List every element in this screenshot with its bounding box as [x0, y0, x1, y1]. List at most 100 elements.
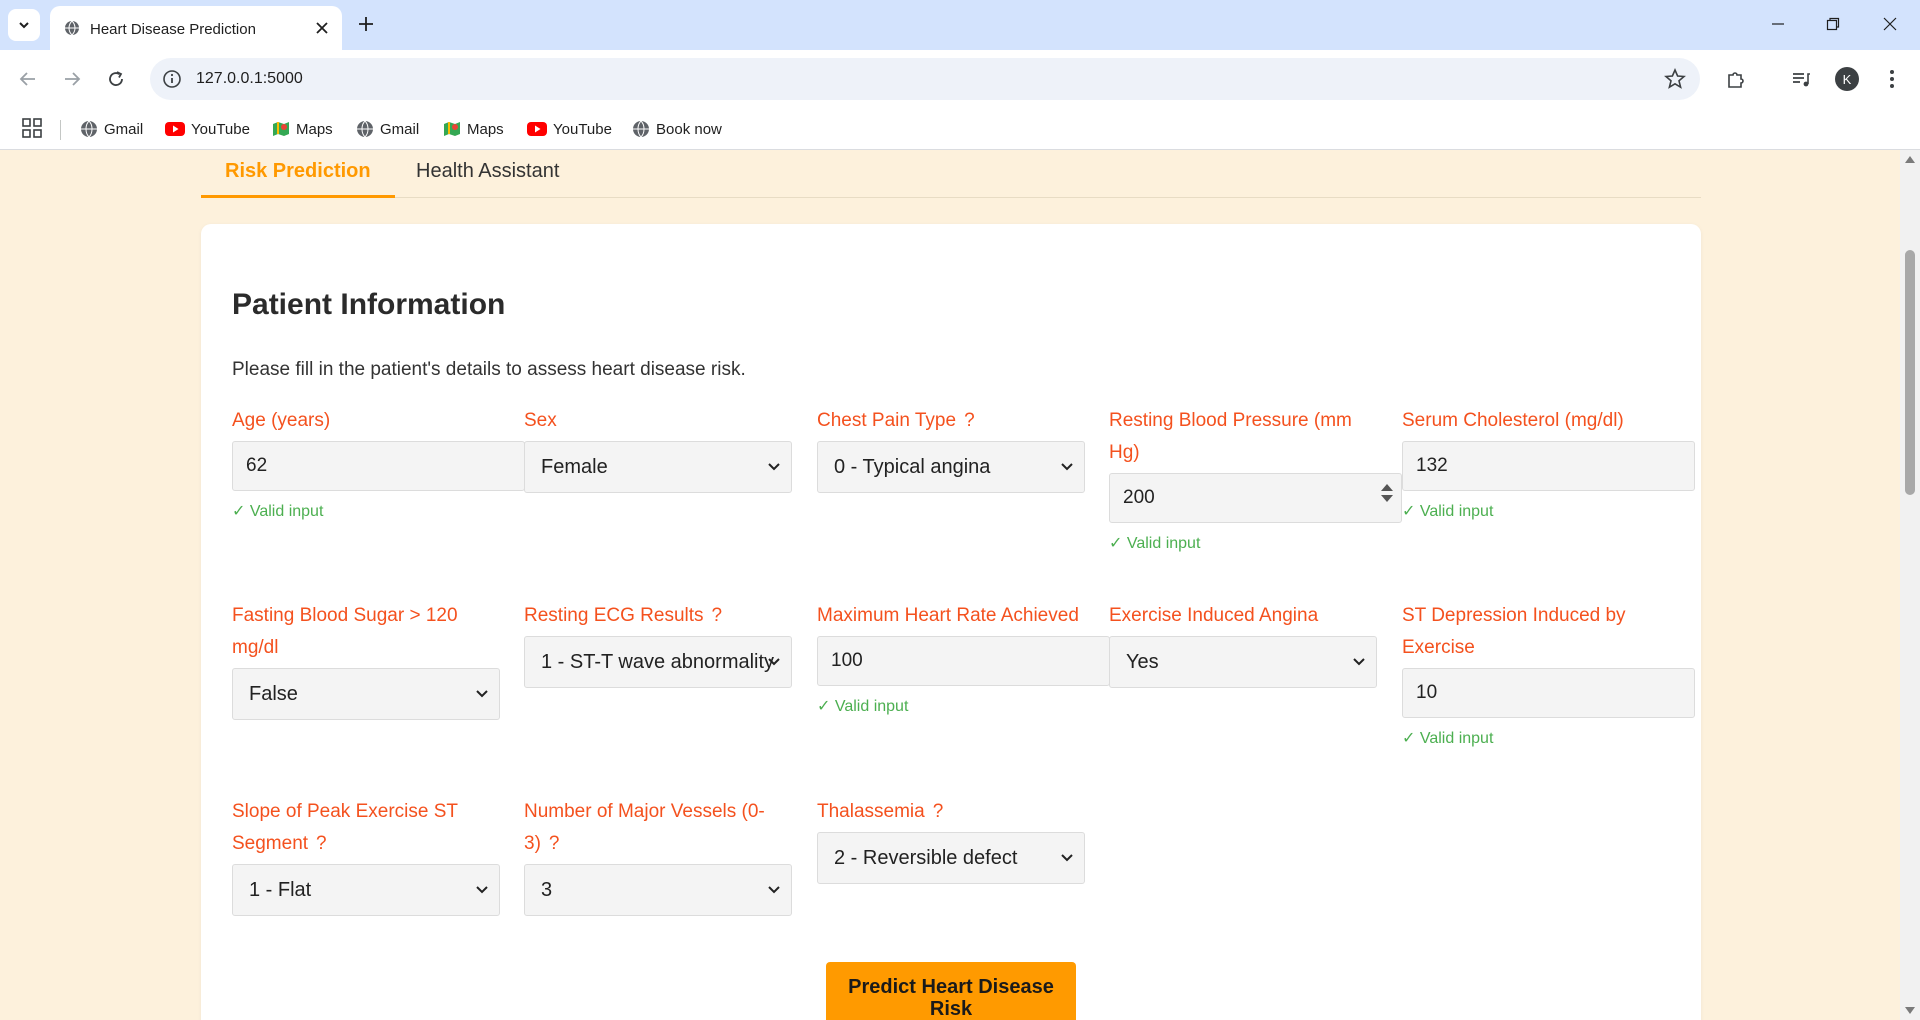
number-spinner[interactable] [1381, 484, 1393, 502]
tab-search-button[interactable] [8, 9, 40, 41]
info-icon[interactable] [162, 69, 182, 89]
form-description: Please fill in the patient's details to … [232, 359, 746, 380]
arrow-left-icon [19, 72, 35, 86]
profile-avatar[interactable]: K [1835, 67, 1859, 91]
tab-risk-prediction[interactable]: Risk Prediction [201, 156, 395, 198]
help-icon[interactable]: ? [964, 410, 975, 431]
page-tabs: Risk Prediction Health Assistant [201, 150, 1701, 198]
media-control-button[interactable] [1785, 63, 1817, 95]
close-icon [1883, 17, 1897, 31]
vessels-select[interactable]: 3 [524, 864, 792, 916]
max-hr-input[interactable]: 100 [817, 636, 1110, 686]
youtube-icon [527, 122, 547, 136]
angina-select-value: Yes [1126, 650, 1159, 673]
scroll-up-icon[interactable] [1905, 156, 1915, 163]
bookmark-label: Book now [656, 120, 722, 138]
tab-close-button[interactable] [312, 18, 332, 38]
st-depression-valid-message: ✓ Valid input [1402, 730, 1494, 747]
vessels-field: Number of Major Vessels (0-3)? 3 [524, 796, 794, 916]
help-icon[interactable]: ? [933, 801, 944, 822]
ecg-select[interactable]: 1 - ST-T wave abnormality [524, 636, 792, 688]
bookmark-label: Gmail [380, 120, 420, 138]
max-hr-field: Maximum Heart Rate Achieved 100 ✓ Valid … [817, 600, 1110, 716]
scroll-thumb[interactable] [1905, 250, 1915, 495]
slope-select[interactable]: 1 - Flat [232, 864, 500, 916]
ecg-label: Resting ECG Results? [524, 600, 794, 632]
resting-bp-value: 200 [1123, 487, 1155, 508]
angina-select[interactable]: Yes [1109, 636, 1377, 688]
help-icon[interactable]: ? [316, 833, 327, 854]
bookmark-maps[interactable]: Maps [443, 117, 504, 141]
back-button[interactable] [12, 63, 44, 95]
ecg-label-text: Resting ECG Results [524, 605, 704, 626]
restore-icon [1826, 17, 1840, 31]
playlist-icon [1793, 73, 1810, 87]
slope-field: Slope of Peak Exercise ST Segment? 1 - F… [232, 796, 502, 916]
sex-select[interactable]: Female [524, 441, 792, 493]
ecg-select-value: 1 - ST-T wave abnormality [541, 650, 775, 673]
thal-label: Thalassemia? [817, 796, 1087, 828]
age-label: Age (years) [232, 410, 331, 431]
bookmark-youtube[interactable]: YouTube [165, 117, 250, 141]
resting-bp-valid-message: ✓ Valid input [1109, 535, 1201, 552]
form-title: Patient Information [232, 288, 506, 321]
thal-select[interactable]: 2 - Reversible defect [817, 832, 1085, 884]
chest-pain-select[interactable]: 0 - Typical angina [817, 441, 1085, 493]
predict-button[interactable]: Predict Heart Disease Risk [826, 962, 1076, 1020]
chest-pain-label: Chest Pain Type? [817, 405, 1087, 437]
chest-pain-label-text: Chest Pain Type [817, 410, 957, 431]
thal-label-text: Thalassemia [817, 801, 925, 822]
address-bar[interactable]: 127.0.0.1:5000 [150, 58, 1700, 100]
bookmarks-bar: Gmail YouTube Maps Gmail Maps YouTube Bo… [0, 108, 1920, 150]
chevron-down-icon [476, 886, 488, 894]
bookmark-maps[interactable]: Maps [272, 117, 333, 141]
bookmark-label: YouTube [191, 120, 250, 138]
chest-pain-field: Chest Pain Type? 0 - Typical angina [817, 405, 1087, 493]
close-window-button[interactable] [1872, 10, 1908, 38]
slope-label: Slope of Peak Exercise ST Segment? [232, 796, 502, 860]
vessels-label-text: Number of Major Vessels (0-3) [524, 801, 765, 854]
page-scrollbar[interactable] [1900, 150, 1920, 1020]
apps-grid-icon[interactable] [22, 118, 42, 138]
help-icon[interactable]: ? [549, 833, 560, 854]
cholesterol-input[interactable]: 132 [1402, 441, 1695, 491]
help-icon[interactable]: ? [712, 605, 723, 626]
reload-button[interactable] [100, 63, 132, 95]
tab-health-assistant[interactable]: Health Assistant [392, 156, 583, 198]
spinner-down-icon[interactable] [1381, 495, 1393, 502]
spinner-up-icon[interactable] [1381, 484, 1393, 491]
cholesterol-field: Serum Cholesterol (mg/dl) 132 ✓ Valid in… [1402, 405, 1695, 521]
chevron-down-icon [768, 886, 780, 894]
minimize-button[interactable] [1760, 10, 1796, 38]
angina-field: Exercise Induced Angina Yes [1109, 600, 1379, 688]
globe-icon [81, 120, 97, 138]
st-depression-input[interactable]: 10 [1402, 668, 1695, 718]
fbs-select[interactable]: False [232, 668, 500, 720]
bookmark-youtube[interactable]: YouTube [527, 117, 612, 141]
globe-icon [633, 120, 649, 138]
bookmark-gmail[interactable]: Gmail [80, 117, 143, 141]
restore-button[interactable] [1815, 10, 1851, 38]
patient-form-card: Patient Information Please fill in the p… [201, 224, 1701, 1020]
sex-select-value: Female [541, 455, 608, 478]
sex-field: Sex Female [524, 405, 794, 493]
menu-button[interactable] [1876, 63, 1908, 95]
chest-pain-select-value: 0 - Typical angina [834, 455, 991, 478]
url-text[interactable]: 127.0.0.1:5000 [196, 70, 303, 88]
arrow-right-icon [65, 72, 81, 86]
browser-tab[interactable]: Heart Disease Prediction [50, 6, 342, 50]
scroll-down-icon[interactable] [1905, 1007, 1915, 1014]
extensions-button[interactable] [1720, 63, 1752, 95]
cholesterol-valid-message: ✓ Valid input [1402, 503, 1494, 520]
max-hr-valid-message: ✓ Valid input [817, 698, 909, 715]
age-input[interactable]: 62 [232, 441, 525, 491]
forward-button[interactable] [56, 63, 88, 95]
star-icon[interactable] [1664, 68, 1686, 90]
chevron-down-icon [476, 690, 488, 698]
bookmark-label: Maps [467, 120, 504, 138]
bookmark-gmail[interactable]: Gmail [356, 117, 419, 141]
youtube-icon [165, 122, 185, 136]
bookmark-book-now[interactable]: Book now [632, 117, 722, 141]
new-tab-button[interactable] [352, 10, 380, 38]
resting-bp-input[interactable]: 200 [1109, 473, 1402, 523]
